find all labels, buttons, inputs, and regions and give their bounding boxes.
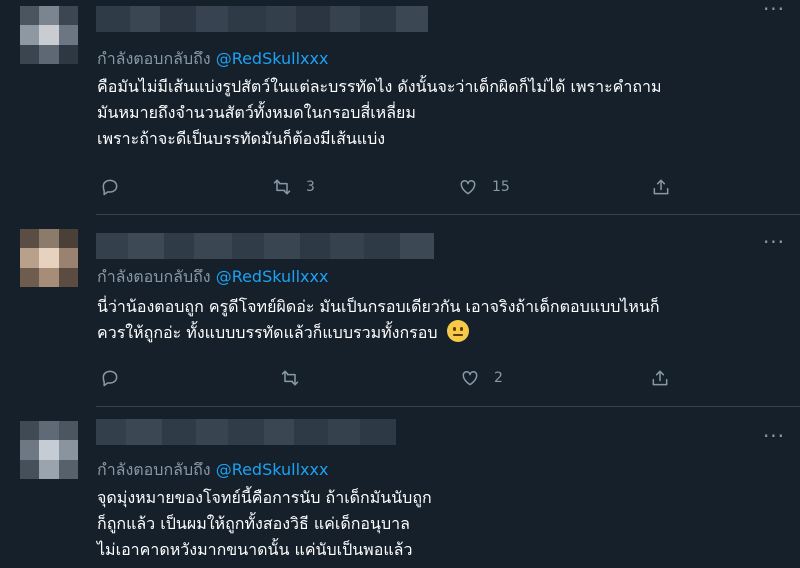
reply-context: กำลังตอบกลับถึง @RedSkullxxx	[97, 458, 328, 483]
tweet-text-line: ก็ถูกแล้ว เป็นผมให้ถูกทั้งสองวิธี แค่เด็…	[97, 514, 410, 533]
reply-context: กำลังตอบกลับถึง @RedSkullxxx	[97, 47, 328, 72]
username-blurred[interactable]	[96, 6, 428, 32]
reply-context: กำลังตอบกลับถึง @RedSkullxxx	[97, 265, 328, 290]
share-button[interactable]	[651, 175, 671, 199]
avatar-blurred[interactable]	[20, 6, 78, 64]
tweet-text-line: นี่ว่าน้องตอบถูก ครูดีโจทย์ผิดอ่ะ มันเป็…	[97, 297, 660, 316]
avatar-blurred[interactable]	[20, 229, 78, 287]
retweet-icon	[273, 179, 291, 195]
reply-handle-link[interactable]: @RedSkullxxx	[216, 49, 329, 68]
like-button[interactable]: 2	[460, 366, 503, 390]
reply-handle-link[interactable]: @RedSkullxxx	[216, 267, 329, 286]
reply-button[interactable]	[100, 175, 120, 199]
share-icon	[653, 179, 669, 195]
tweet-text-line: ควรให้ถูกอ่ะ ทั้งแบบบรรทัดแล้วก็แบบรวมทั…	[97, 320, 787, 346]
tweet-text-line: ไม่เอาคาดหวังมากขนาดนั้น แค่นับเป็นพอแล้…	[97, 540, 413, 559]
reply-prefix: กำลังตอบกลับถึง	[97, 267, 211, 286]
more-icon[interactable]: ···	[762, 0, 786, 26]
reply-icon	[102, 370, 118, 387]
share-icon	[652, 370, 668, 386]
retweet-button[interactable]	[280, 366, 314, 390]
tweet-actions: 3 15	[100, 175, 700, 199]
more-icon[interactable]: ···	[762, 426, 786, 453]
tweet-2[interactable]: ··· กำลังตอบกลับถึง @RedSkullxxx นี่ว่าน…	[0, 215, 800, 405]
confused-face-emoji	[446, 320, 469, 342]
like-count: 2	[494, 370, 503, 386]
tweet-text-line: จุดมุ่งหมายของโจทย์นี้คือการนับ ถ้าเด็กม…	[97, 488, 432, 507]
tweet-1[interactable]: ··· กำลังตอบกลับถึง @RedSkullxxx คือมันไ…	[0, 0, 800, 212]
tweet-actions: 2	[100, 366, 700, 390]
reply-prefix: กำลังตอบกลับถึง	[97, 49, 211, 68]
reply-handle-link[interactable]: @RedSkullxxx	[216, 460, 329, 479]
tweet-text-line-content: ควรให้ถูกอ่ะ ทั้งแบบบรรทัดแล้วก็แบบรวมทั…	[97, 323, 438, 342]
tweet-text-line: เพราะถ้าจะดีเป็นบรรทัดมันก็ต้องมีเส้นแบ่…	[97, 129, 386, 148]
retweet-icon	[281, 370, 299, 386]
more-icon[interactable]: ···	[762, 232, 786, 259]
tweet-text: คือมันไม่มีเส้นแบ่งรูปสัตว์ในแต่ละบรรทัด…	[97, 74, 787, 152]
username-blurred[interactable]	[96, 233, 434, 259]
tweet-text-line: มันหมายถึงจำนวนสัตว์ทั้งหมดในกรอบสี่เหลี…	[97, 103, 416, 122]
tweet-3[interactable]: ··· กำลังตอบกลับถึง @RedSkullxxx จุดมุ่ง…	[0, 407, 800, 568]
tweet-text-line: คือมันไม่มีเส้นแบ่งรูปสัตว์ในแต่ละบรรทัด…	[97, 77, 662, 96]
retweet-count: 3	[306, 179, 315, 195]
reply-icon	[102, 179, 118, 196]
heart-icon	[462, 370, 478, 386]
retweet-button[interactable]: 3	[272, 175, 315, 199]
avatar-blurred[interactable]	[20, 421, 78, 479]
like-button[interactable]: 15	[458, 175, 510, 199]
tweet-text: จุดมุ่งหมายของโจทย์นี้คือการนับ ถ้าเด็กม…	[97, 485, 787, 563]
reply-prefix: กำลังตอบกลับถึง	[97, 460, 211, 479]
heart-icon	[460, 179, 476, 195]
share-button[interactable]	[650, 366, 670, 390]
like-count: 15	[492, 179, 510, 195]
username-blurred[interactable]	[96, 419, 396, 445]
tweet-text: นี่ว่าน้องตอบถูก ครูดีโจทย์ผิดอ่ะ มันเป็…	[97, 294, 787, 346]
reply-button[interactable]	[100, 366, 120, 390]
